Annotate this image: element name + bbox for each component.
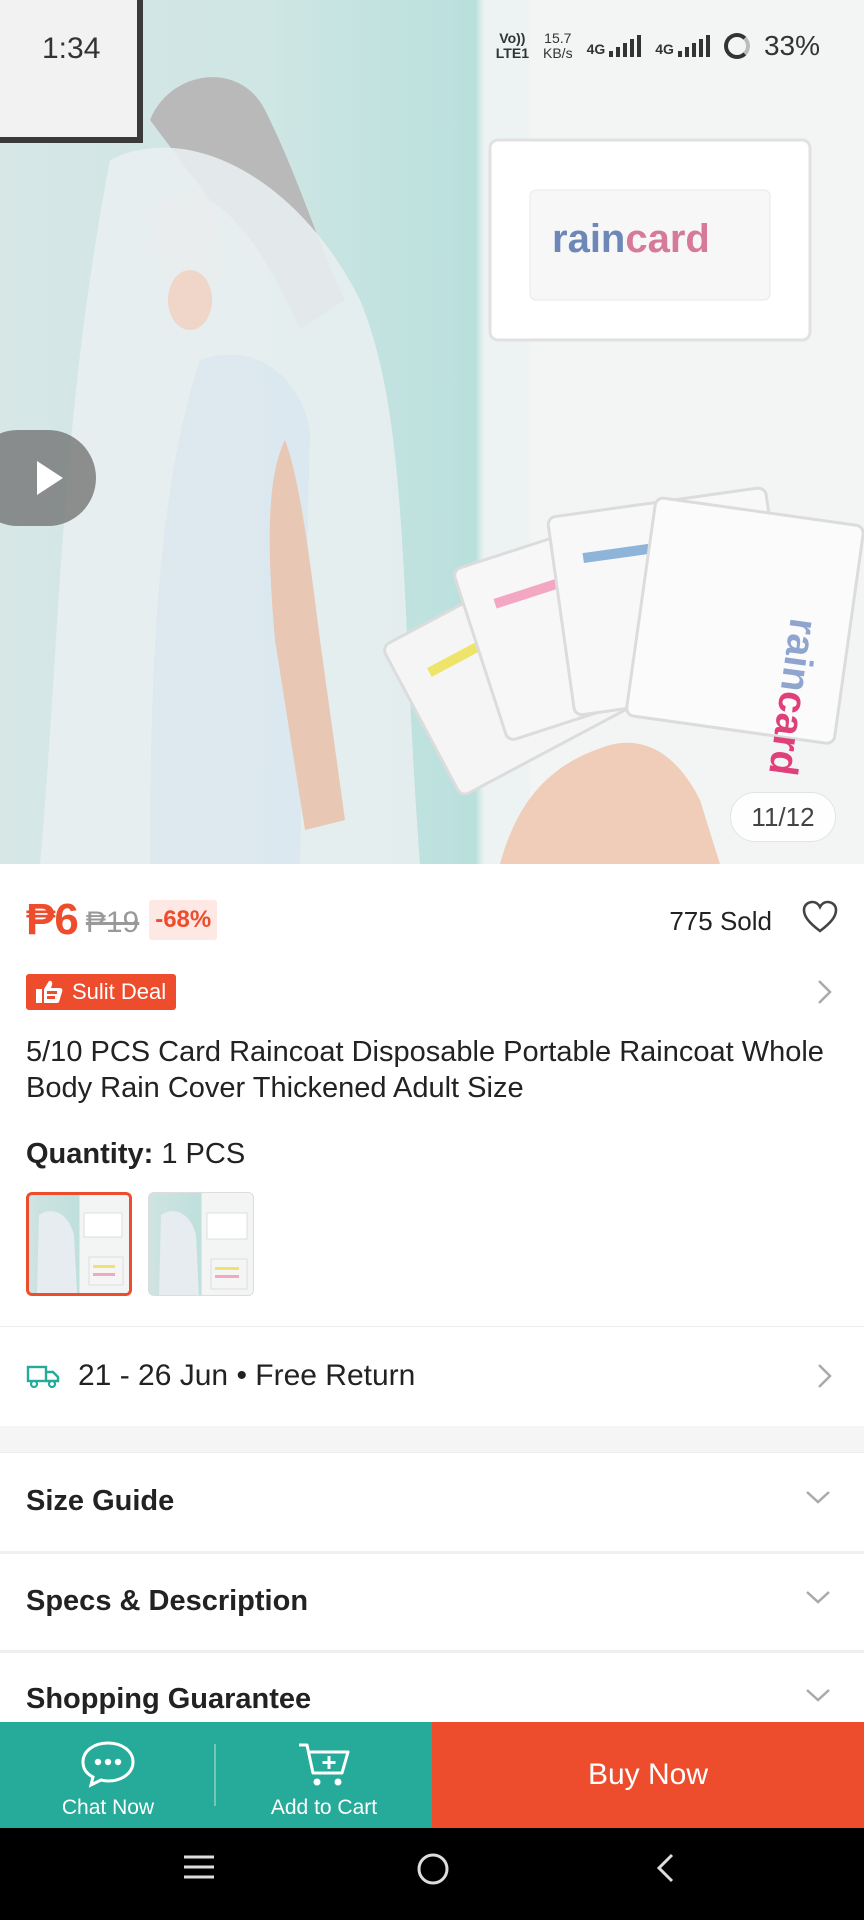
signal-icon-1: 4G — [587, 35, 642, 57]
delivery-text: 21 - 26 Jun • Free Return — [78, 1359, 416, 1392]
network-speed: 15.7 KB/s — [543, 31, 573, 61]
battery-percent: 33% — [763, 30, 820, 61]
network-type-1: 4G — [586, 41, 606, 57]
network-type-2: 4G — [655, 41, 674, 57]
status-indicators: Vo)) LTE1 15.7 KB/s 4G 4G 33% — [496, 30, 820, 62]
chevron-down-icon — [806, 1689, 830, 1702]
discount-badge: -68% — [149, 900, 218, 940]
button-separator — [214, 1744, 216, 1806]
specs-description-section[interactable]: Specs & Description — [26, 1552, 838, 1650]
variation-label: Quantity: — [26, 1138, 154, 1170]
product-title: 5/10 PCS Card Raincoat Disposable Portab… — [26, 1036, 824, 1104]
section-label: Specs & Description — [26, 1584, 309, 1617]
current-price: ₱6 — [26, 895, 79, 944]
status-bar: 1:34 Vo)) LTE1 15.7 KB/s 4G 4G 33% — [0, 0, 864, 100]
lte-label: LTE1 — [495, 45, 529, 61]
battery-icon — [723, 33, 750, 59]
svg-text:raincard: raincard — [552, 217, 710, 261]
original-price: ₱19 — [85, 906, 140, 939]
secondary-actions: Chat Now Add to Cart — [0, 1722, 432, 1828]
product-photo: raincard raincard — [0, 0, 864, 864]
sold-count: 775 Sold — [669, 906, 772, 936]
variation-value: 1 PCS — [161, 1138, 246, 1170]
product-image-carousel[interactable]: raincard raincard 1:34 Vo)) LTE1 15.7 KB… — [0, 0, 864, 864]
volte-label: Vo)) — [499, 30, 526, 46]
add-to-cart-button[interactable]: Add to Cart — [216, 1722, 432, 1828]
sulit-deal-badge[interactable]: Sulit Deal — [26, 974, 177, 1010]
section-label: Shopping Guarantee — [26, 1682, 312, 1715]
variation-thumbnail-1[interactable] — [26, 1192, 132, 1296]
chat-now-button[interactable]: Chat Now — [0, 1722, 216, 1828]
section-gap — [0, 1426, 864, 1452]
thumbs-up-icon — [36, 980, 63, 1003]
speed-value: 15.7 — [544, 30, 572, 46]
divider — [0, 1326, 864, 1327]
system-navigation-bar — [0, 1828, 864, 1920]
play-icon — [37, 461, 63, 495]
play-video-button[interactable] — [0, 430, 96, 526]
chevron-right-icon — [818, 1364, 832, 1388]
variation-thumbnails — [26, 1192, 254, 1296]
delivery-row[interactable]: 21 - 26 Jun • Free Return — [26, 1352, 838, 1400]
speed-unit: KB/s — [543, 45, 573, 61]
cart-plus-icon — [299, 1743, 350, 1786]
chevron-right-icon[interactable] — [816, 978, 834, 1006]
back-icon[interactable] — [654, 1852, 676, 1884]
variation-thumbnail-2[interactable] — [148, 1192, 254, 1296]
chevron-down-icon — [806, 1491, 830, 1504]
truck-icon — [26, 1365, 60, 1389]
size-guide-section[interactable]: Size Guide — [26, 1452, 838, 1550]
favorite-heart-icon[interactable] — [802, 900, 838, 934]
chevron-down-icon — [806, 1591, 830, 1604]
image-counter: 11/12 — [730, 792, 836, 842]
signal-icon-2: 4G — [655, 35, 710, 57]
status-time: 1:34 — [42, 32, 101, 65]
menu-icon[interactable] — [182, 1852, 216, 1882]
volte-indicator: Vo)) LTE1 — [496, 31, 529, 61]
cart-label: Add to Cart — [270, 1796, 378, 1819]
price-row: ₱6 ₱19 -68% 775 Sold — [26, 892, 838, 948]
chat-bubble-icon — [81, 1741, 135, 1788]
thumbnail-image — [159, 1211, 248, 1295]
deal-label: Sulit Deal — [72, 979, 167, 1004]
variation-row: Quantity: 1 PCS — [26, 1138, 245, 1171]
product-page: raincard raincard 1:34 Vo)) LTE1 15.7 KB… — [0, 0, 864, 1920]
chat-label: Chat Now — [61, 1796, 155, 1819]
thumbnail-image — [37, 1211, 124, 1293]
home-icon[interactable] — [416, 1852, 450, 1886]
buy-now-button[interactable]: Buy Now — [432, 1722, 864, 1828]
section-label: Size Guide — [26, 1484, 175, 1517]
bottom-action-bar: Chat Now Add to Cart Buy Now — [0, 1722, 864, 1828]
